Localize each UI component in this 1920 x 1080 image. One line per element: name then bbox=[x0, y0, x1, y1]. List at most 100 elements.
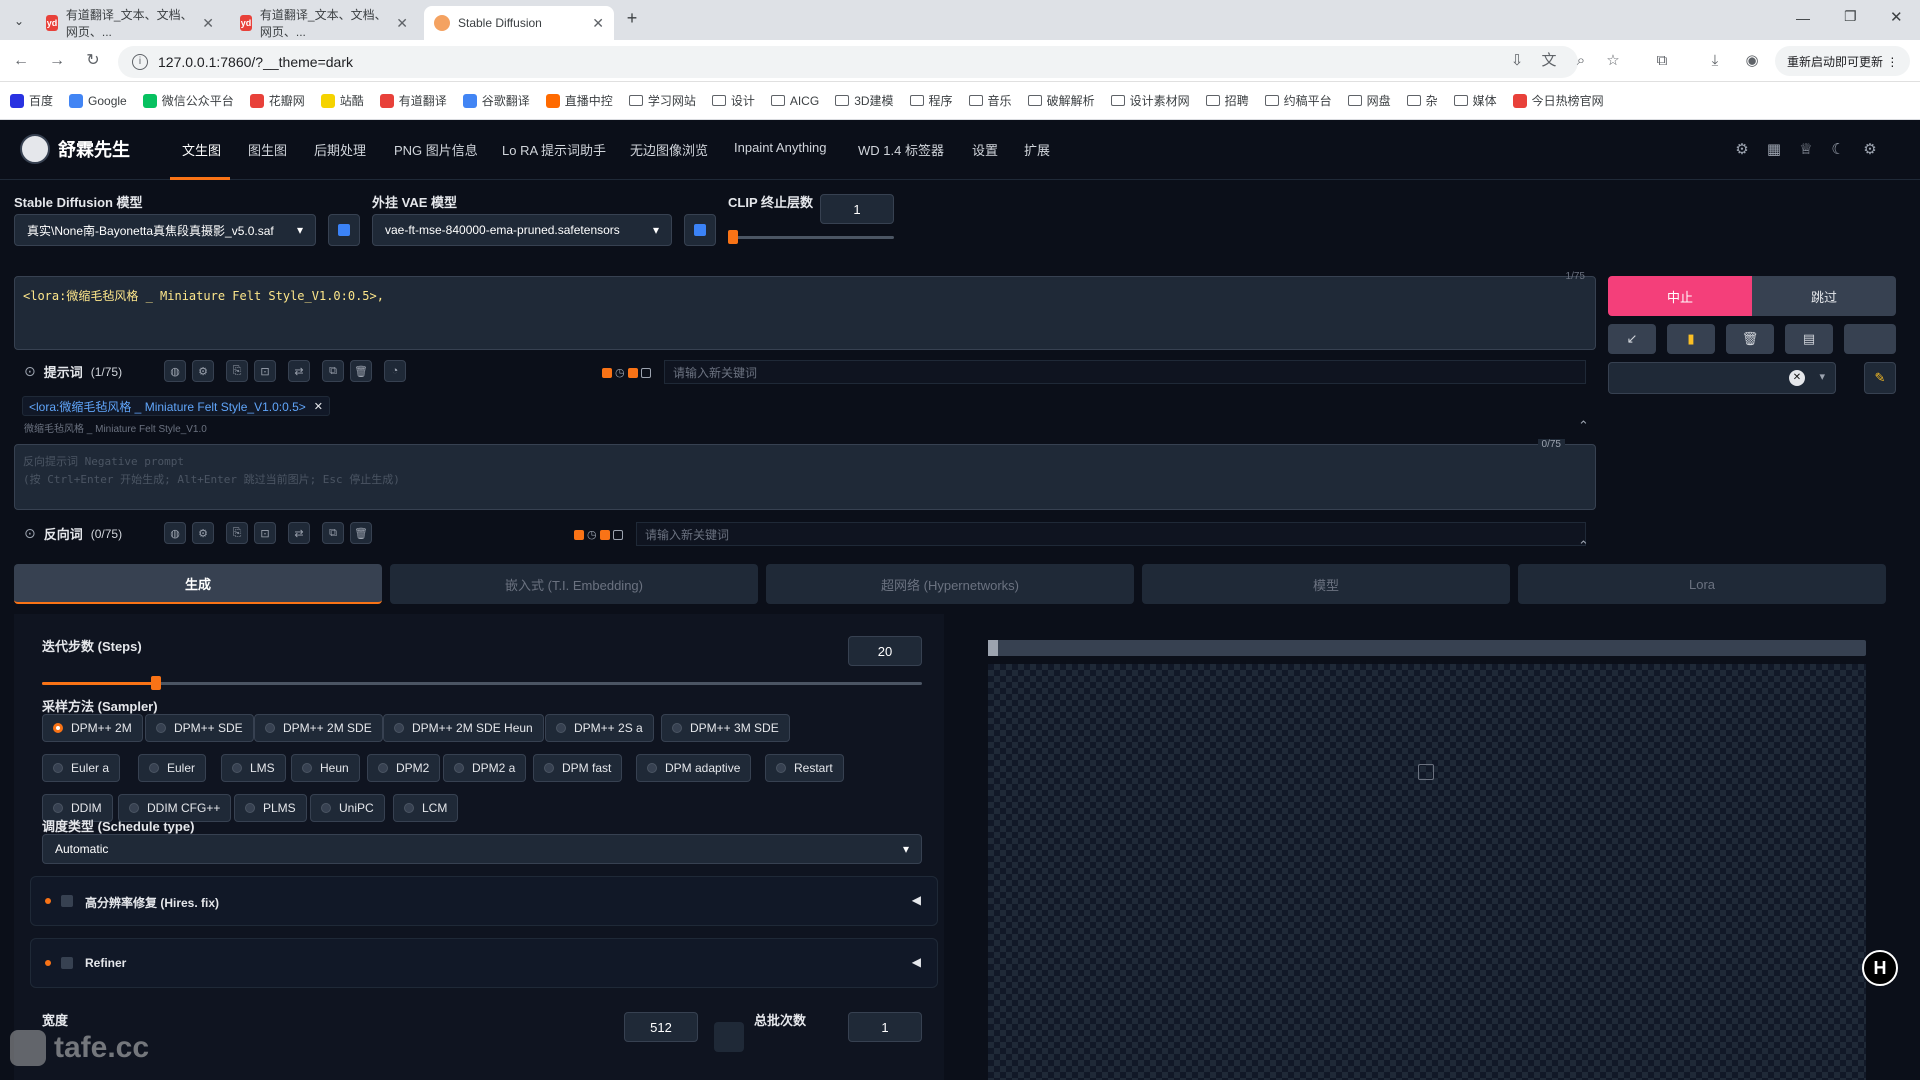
sampler-option[interactable]: Heun bbox=[291, 754, 360, 782]
refresh-vae-button[interactable] bbox=[684, 214, 716, 246]
tab-search-icon[interactable]: ⌄ bbox=[8, 10, 30, 32]
prompt-keyword-input[interactable]: 请输入新关键词 bbox=[664, 360, 1586, 384]
checkbox-icon[interactable] bbox=[599, 529, 610, 540]
translate-icon[interactable]: 文 bbox=[1537, 49, 1561, 73]
bookmark-item[interactable]: 今日热榜官网 bbox=[1512, 92, 1604, 109]
checkbox-icon[interactable] bbox=[640, 367, 651, 378]
sampler-option[interactable]: Restart bbox=[765, 754, 844, 782]
sampler-option[interactable]: DPM++ 2M SDE Heun bbox=[383, 714, 544, 742]
skip-button[interactable]: 跳过 bbox=[1752, 276, 1896, 316]
sampler-option[interactable]: DPM2 a bbox=[443, 754, 527, 782]
collapse-up-icon[interactable]: ⌃ bbox=[1578, 538, 1589, 554]
globe-icon[interactable]: ◍ bbox=[164, 360, 186, 382]
bookmark-item[interactable]: 直播中控 bbox=[545, 92, 613, 109]
nav-tab-image-browser[interactable]: 无边图像浏览 bbox=[630, 140, 708, 159]
nav-tab-txt2img[interactable]: 文生图 bbox=[182, 140, 221, 159]
forward-icon[interactable]: → bbox=[46, 50, 68, 72]
edit-styles-button[interactable]: ✎ bbox=[1864, 362, 1896, 394]
clock-icon[interactable]: ◷ bbox=[587, 528, 597, 541]
bookmark-item[interactable]: Google bbox=[69, 93, 127, 108]
close-tab-icon[interactable]: ✕ bbox=[592, 15, 604, 32]
bookmark-item[interactable]: 百度 bbox=[10, 92, 53, 109]
grid-icon[interactable]: ▦ bbox=[1765, 140, 1783, 158]
refiner-accordion[interactable]: Refiner ◀ bbox=[30, 938, 938, 988]
bookmark-item[interactable]: 设计素材网 bbox=[1110, 92, 1190, 109]
paste-params-icon[interactable]: ▮ bbox=[1667, 324, 1715, 354]
nav-tab-png-info[interactable]: PNG 图片信息 bbox=[394, 140, 478, 159]
gear-icon[interactable]: ⚙ bbox=[192, 522, 214, 544]
trophy-icon[interactable]: ♕ bbox=[1797, 140, 1815, 158]
bookmark-item[interactable]: 媒体 bbox=[1453, 92, 1497, 109]
sd-model-dropdown[interactable]: 真实\None南-Bayonetta真焦段真摄影_v5.0.saf ▾ bbox=[14, 214, 316, 246]
install-app-icon[interactable]: ⇩ bbox=[1505, 49, 1529, 73]
bookmark-item[interactable]: 网盘 bbox=[1347, 92, 1391, 109]
style-extra-button[interactable] bbox=[1844, 324, 1896, 354]
collapse-circle-icon[interactable]: ⊙ bbox=[24, 363, 36, 380]
trash-icon[interactable]: 🗑 bbox=[1726, 324, 1774, 354]
sampler-option[interactable]: DPM fast bbox=[533, 754, 623, 782]
checkbox-icon[interactable] bbox=[574, 529, 584, 540]
sampler-option[interactable]: DPM++ 2S a bbox=[545, 714, 654, 742]
gear-icon[interactable]: ⚙ bbox=[1861, 140, 1879, 158]
copy-icon[interactable]: ⧉ bbox=[322, 360, 344, 382]
restore-icon[interactable]: ❐ bbox=[1844, 8, 1857, 25]
relaunch-update-button[interactable]: 重新启动即可更新 ⋮ bbox=[1775, 46, 1911, 76]
close-tab-icon[interactable]: ✕ bbox=[396, 15, 408, 32]
refresh-model-button[interactable] bbox=[328, 214, 360, 246]
gear-icon[interactable]: ⚙ bbox=[192, 360, 214, 382]
swap-dimensions-button[interactable] bbox=[714, 1022, 744, 1052]
lora-chip[interactable]: <lora:微缩毛毡风格 _ Miniature Felt Style_V1.0… bbox=[22, 396, 330, 416]
tab-hypernetworks[interactable]: 超网络 (Hypernetworks) bbox=[766, 564, 1134, 604]
collapse-up-icon[interactable]: ⌃ bbox=[1578, 418, 1589, 434]
bookmark-item[interactable]: 设计 bbox=[711, 92, 755, 109]
zoom-icon[interactable]: ⌕ bbox=[1569, 49, 1593, 73]
sampler-option[interactable]: LMS bbox=[221, 754, 286, 782]
interrupt-button[interactable]: 中止 bbox=[1608, 276, 1752, 316]
copy-icon[interactable]: ⧉ bbox=[322, 522, 344, 544]
bookmark-item[interactable]: 音乐 bbox=[968, 92, 1012, 109]
clock-icon[interactable]: ◷ bbox=[615, 366, 625, 379]
translate-icon[interactable]: ⇄ bbox=[288, 360, 310, 382]
globe-icon[interactable]: ◍ bbox=[164, 522, 186, 544]
checkbox-icon[interactable] bbox=[627, 367, 638, 378]
moon-icon[interactable]: ☾ bbox=[1829, 140, 1847, 158]
bookmark-item[interactable]: 微信公众平台 bbox=[142, 92, 234, 109]
history-icon[interactable]: ◔ bbox=[384, 360, 406, 382]
checkbox-icon[interactable] bbox=[602, 367, 612, 378]
paste-icon[interactable]: ⎘ bbox=[226, 360, 248, 382]
nav-tab-img2img[interactable]: 图生图 bbox=[248, 140, 287, 159]
bookmark-item[interactable]: AICG bbox=[770, 94, 819, 108]
sampler-option[interactable]: PLMS bbox=[234, 794, 307, 822]
sampler-option[interactable]: DPM2 bbox=[367, 754, 441, 782]
read-params-icon[interactable]: ↙ bbox=[1608, 324, 1656, 354]
sampler-option[interactable]: DPM++ 2M bbox=[42, 714, 143, 742]
hires-fix-accordion[interactable]: 高分辨率修复 (Hires. fix) ◀ bbox=[30, 876, 938, 926]
negative-prompt-textarea[interactable]: 反向提示词 Negative prompt (按 Ctrl+Enter 开始生成… bbox=[14, 439, 1596, 510]
checkbox-icon[interactable] bbox=[612, 529, 623, 540]
bookmark-item[interactable]: 招聘 bbox=[1205, 92, 1249, 109]
bookmark-item[interactable]: 学习网站 bbox=[628, 92, 696, 109]
nav-tab-extras[interactable]: 后期处理 bbox=[314, 140, 366, 159]
nav-tab-lora-helper[interactable]: Lo RA 提示词助手 bbox=[502, 140, 606, 159]
new-tab-icon[interactable]: + bbox=[620, 8, 644, 32]
settings-icon[interactable]: ⚙ bbox=[1733, 140, 1751, 158]
bookmark-star-icon[interactable]: ☆ bbox=[1601, 49, 1625, 73]
site-info-icon[interactable]: i bbox=[132, 54, 148, 70]
steps-slider-thumb[interactable] bbox=[151, 676, 162, 690]
sampler-option[interactable]: DPM adaptive bbox=[636, 754, 752, 782]
tab-lora[interactable]: Lora bbox=[1518, 564, 1886, 604]
minimize-icon[interactable]: — bbox=[1796, 10, 1810, 26]
sampler-option[interactable]: LCM bbox=[393, 794, 459, 822]
tab-generate[interactable]: 生成 bbox=[14, 564, 382, 604]
translate-icon[interactable]: ⇄ bbox=[288, 522, 310, 544]
bookmark-icon[interactable]: ⊡ bbox=[254, 522, 276, 544]
bookmark-item[interactable]: 杂 bbox=[1406, 92, 1438, 109]
hires-checkbox[interactable] bbox=[61, 895, 73, 907]
caret-left-icon[interactable]: ◀ bbox=[912, 893, 921, 907]
sampler-option[interactable]: Euler bbox=[138, 754, 207, 782]
sampler-option[interactable]: DPM++ 3M SDE bbox=[661, 714, 790, 742]
bookmark-item[interactable]: 谷歌翻译 bbox=[462, 92, 530, 109]
nav-tab-inpaint-anything[interactable]: Inpaint Anything bbox=[734, 140, 827, 155]
negative-keyword-input[interactable]: 请输入新关键词 bbox=[636, 522, 1586, 546]
reload-icon[interactable]: ↻ bbox=[82, 50, 104, 72]
